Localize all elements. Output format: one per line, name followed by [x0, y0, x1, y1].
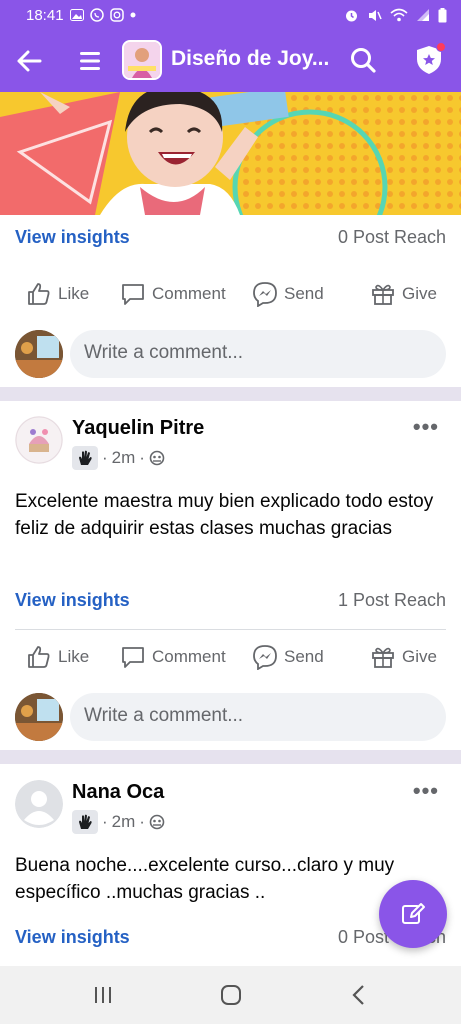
status-system-icons	[344, 7, 447, 23]
post-text: Excelente maestra muy bien explicado tod…	[15, 491, 434, 539]
my-avatar	[15, 693, 63, 741]
post-reach: 0 Post Reach	[337, 227, 446, 247]
give-label: Give	[402, 647, 437, 666]
give-button[interactable]: Give	[370, 637, 437, 677]
post-meta: · 2m ·	[72, 810, 165, 834]
post-actions: Like Comment Send Give	[0, 637, 461, 677]
group-privacy-icon	[149, 814, 165, 830]
post-meta: · 2m ·	[72, 446, 165, 470]
comment-composer: Write a comment...	[0, 326, 461, 380]
status-bar: 18:41	[0, 0, 461, 30]
edit-pencil-icon	[402, 903, 425, 924]
view-insights-link[interactable]: View insights	[15, 590, 130, 611]
battery-icon	[438, 7, 447, 22]
thumbs-up-icon	[28, 646, 50, 668]
group-title[interactable]: Diseño de Joy...	[171, 47, 331, 71]
instagram-icon	[109, 8, 124, 22]
comment-composer: Write a comment...	[0, 689, 461, 743]
notification-dot	[436, 42, 446, 52]
post-image[interactable]	[0, 92, 461, 215]
comment-input[interactable]: Write a comment...	[70, 693, 446, 741]
like-label: Like	[58, 647, 90, 666]
author-avatar[interactable]	[15, 416, 63, 464]
author-name[interactable]: Yaquelin Pitre	[72, 417, 204, 440]
post-separator	[0, 387, 461, 401]
compose-post-button[interactable]	[379, 880, 447, 948]
comment-bubble-icon	[122, 647, 144, 668]
admin-shield-button[interactable]	[414, 42, 446, 76]
view-insights-link[interactable]: View insights	[15, 927, 130, 948]
comment-input[interactable]: Write a comment...	[70, 330, 446, 378]
wifi-icon	[390, 8, 408, 22]
menu-icon[interactable]	[78, 47, 102, 75]
group-privacy-icon	[149, 450, 165, 466]
author-avatar[interactable]	[15, 780, 63, 828]
divider	[15, 629, 446, 630]
comment-button[interactable]: Comment	[120, 637, 226, 677]
comment-label: Comment	[152, 647, 226, 666]
app-bar: Diseño de Joy...	[0, 30, 461, 92]
send-label: Send	[284, 284, 324, 303]
give-label: Give	[402, 284, 437, 303]
group-avatar[interactable]	[122, 40, 162, 80]
messenger-icon	[253, 282, 277, 307]
status-notification-icons	[69, 8, 136, 22]
more-options-icon[interactable]: •••	[413, 778, 439, 804]
gallery-icon	[69, 9, 84, 21]
more-options-icon[interactable]: •••	[413, 414, 439, 440]
thumbs-up-icon	[28, 283, 50, 305]
give-button[interactable]: Give	[370, 274, 437, 314]
member-badge-icon	[72, 810, 98, 834]
separator-dot: ·	[139, 448, 145, 467]
gift-icon	[372, 647, 394, 668]
post-time: 2m	[111, 812, 136, 831]
like-label: Like	[58, 284, 90, 303]
nav-back-icon[interactable]	[346, 982, 372, 1008]
like-button[interactable]: Like	[26, 637, 89, 677]
back-arrow-icon[interactable]	[14, 46, 44, 76]
view-insights-link[interactable]: View insights	[15, 227, 130, 248]
dot-icon	[130, 12, 136, 18]
recent-apps-icon[interactable]	[90, 982, 116, 1008]
post-separator	[0, 750, 461, 764]
separator-dot: ·	[102, 812, 108, 831]
status-time: 18:41	[26, 6, 64, 24]
separator-dot: ·	[102, 448, 108, 467]
send-button[interactable]: Send	[252, 274, 324, 314]
my-avatar	[15, 330, 63, 378]
gift-icon	[372, 284, 394, 305]
home-icon[interactable]	[218, 982, 244, 1008]
separator-dot: ·	[139, 812, 145, 831]
member-badge-icon	[72, 446, 98, 470]
comment-button[interactable]: Comment	[120, 274, 226, 314]
post-actions: Like Comment Send Give	[0, 274, 461, 314]
search-icon[interactable]	[349, 46, 377, 74]
post-reach: 1 Post Reach	[337, 590, 446, 610]
system-navigation-bar	[0, 966, 461, 1024]
signal-icon	[417, 9, 429, 21]
post-time: 2m	[111, 448, 136, 467]
like-button[interactable]: Like	[26, 274, 89, 314]
comment-bubble-icon	[122, 284, 144, 305]
messenger-icon	[253, 645, 277, 670]
send-label: Send	[284, 647, 324, 666]
comment-label: Comment	[152, 284, 226, 303]
author-name[interactable]: Nana Oca	[72, 781, 164, 804]
post-text: Buena noche....excelente curso...claro y…	[15, 855, 395, 903]
send-button[interactable]: Send	[252, 637, 324, 677]
whatsapp-icon	[89, 8, 104, 22]
alarm-icon	[346, 10, 357, 21]
mute-icon	[369, 9, 382, 21]
